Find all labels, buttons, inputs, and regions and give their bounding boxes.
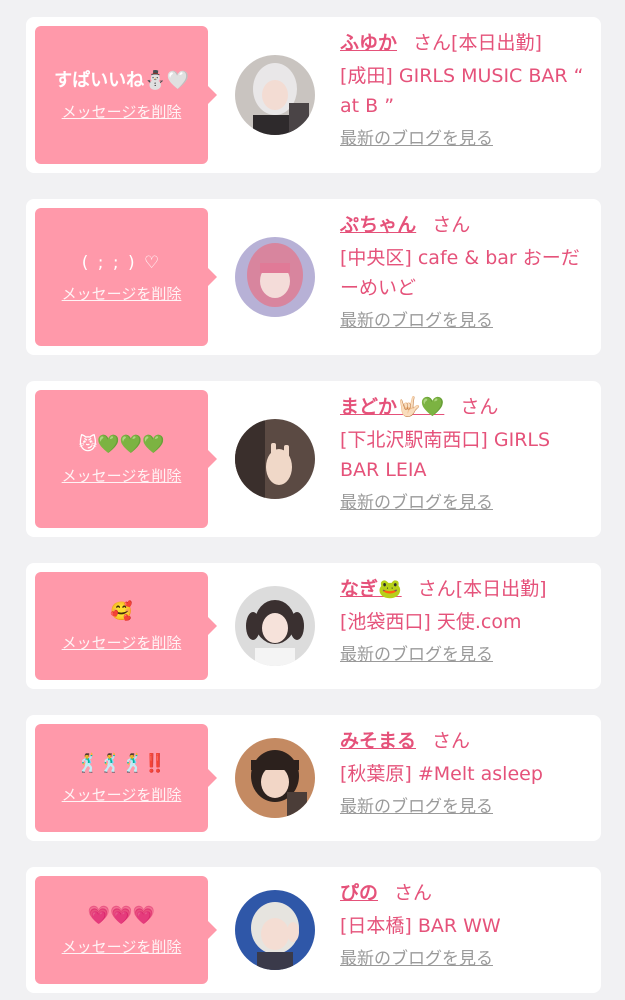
- shop-name: [秋葉原] #Melt asleep: [340, 763, 543, 785]
- message-text: 😼💚💚💚: [78, 433, 165, 455]
- message-card: 🥰 メッセージを削除 なぎ🐸 さん[本日出勤] [池袋西口] 天使.com 最新の…: [26, 563, 601, 689]
- shop-name: [池袋西口] 天使.com: [340, 611, 522, 633]
- honorific: さん: [394, 882, 433, 904]
- avatar[interactable]: [235, 890, 315, 970]
- message-bubble: ( ; ; ) ♡ メッセージを削除: [35, 208, 217, 346]
- message-text: ( ; ; ) ♡: [81, 252, 162, 273]
- message-bubble: 💗💗💗 メッセージを削除: [35, 876, 217, 984]
- user-name-link[interactable]: みそまる: [340, 730, 416, 752]
- message-bubble: 😼💚💚💚 メッセージを削除: [35, 390, 217, 528]
- message-card: 😼💚💚💚 メッセージを削除 まどか🤟🏻💚 さん [下北沢駅南西口] GIRLS B…: [26, 381, 601, 537]
- latest-blog-link[interactable]: 最新のブログを見る: [340, 947, 587, 971]
- avatar[interactable]: [235, 738, 315, 818]
- latest-blog-link[interactable]: 最新のブログを見る: [340, 309, 587, 333]
- message-text: 🥰: [110, 600, 133, 622]
- avatar[interactable]: [235, 586, 315, 666]
- user-name-link[interactable]: ぴの: [340, 882, 378, 904]
- message-text: 💗💗💗: [87, 904, 156, 926]
- message-card: すぱいいね⛄🤍 メッセージを削除 ふゆか さん[本日出勤] [成田] GIRLS …: [26, 17, 601, 173]
- avatar[interactable]: [235, 237, 315, 317]
- latest-blog-link[interactable]: 最新のブログを見る: [340, 127, 587, 151]
- user-name-link[interactable]: なぎ🐸: [340, 578, 402, 600]
- latest-blog-link[interactable]: 最新のブログを見る: [340, 795, 587, 819]
- message-bubble: 🥰 メッセージを削除: [35, 572, 217, 680]
- delete-message-link[interactable]: メッセージを削除: [62, 283, 182, 304]
- message-card: 💗💗💗 メッセージを削除 ぴの さん [日本橋] BAR WW 最新のブログを見る: [26, 867, 601, 993]
- honorific: さん: [432, 730, 471, 752]
- message-card: 🕺🕺🕺‼️ メッセージを削除 みそまる さん [秋葉原] #Melt asleep…: [26, 715, 601, 841]
- message-bubble: すぱいいね⛄🤍 メッセージを削除: [35, 26, 217, 164]
- shop-name: [日本橋] BAR WW: [340, 915, 501, 937]
- message-card: ( ; ; ) ♡ メッセージを削除 ぷちゃん さん [中央区] cafe & b…: [26, 199, 601, 355]
- delete-message-link[interactable]: メッセージを削除: [62, 784, 182, 805]
- message-bubble: 🕺🕺🕺‼️ メッセージを削除: [35, 724, 217, 832]
- message-text: すぱいいね⛄🤍: [54, 69, 189, 91]
- delete-message-link[interactable]: メッセージを削除: [62, 936, 182, 957]
- shop-name: [中央区] cafe & bar おーだーめいど: [340, 247, 580, 299]
- user-name-link[interactable]: ふゆか: [340, 32, 397, 54]
- latest-blog-link[interactable]: 最新のブログを見る: [340, 491, 587, 515]
- delete-message-link[interactable]: メッセージを削除: [62, 465, 182, 486]
- latest-blog-link[interactable]: 最新のブログを見る: [340, 643, 587, 667]
- status-badge: [本日出勤]: [451, 32, 542, 54]
- honorific: さん: [417, 578, 456, 600]
- honorific: さん: [432, 214, 471, 236]
- avatar[interactable]: [235, 419, 315, 499]
- avatar[interactable]: [235, 55, 315, 135]
- status-badge: [本日出勤]: [455, 578, 547, 600]
- delete-message-link[interactable]: メッセージを削除: [62, 632, 182, 653]
- honorific: さん: [460, 396, 499, 418]
- message-text: 🕺🕺🕺‼️: [76, 752, 167, 774]
- shop-name: [成田] GIRLS MUSIC BAR “ at B ”: [340, 65, 584, 117]
- delete-message-link[interactable]: メッセージを削除: [62, 101, 182, 122]
- honorific: さん: [413, 32, 452, 54]
- user-name-link[interactable]: まどか🤟🏻💚: [340, 396, 444, 418]
- user-name-link[interactable]: ぷちゃん: [340, 214, 416, 236]
- shop-name: [下北沢駅南西口] GIRLS BAR LEIA: [340, 429, 551, 481]
